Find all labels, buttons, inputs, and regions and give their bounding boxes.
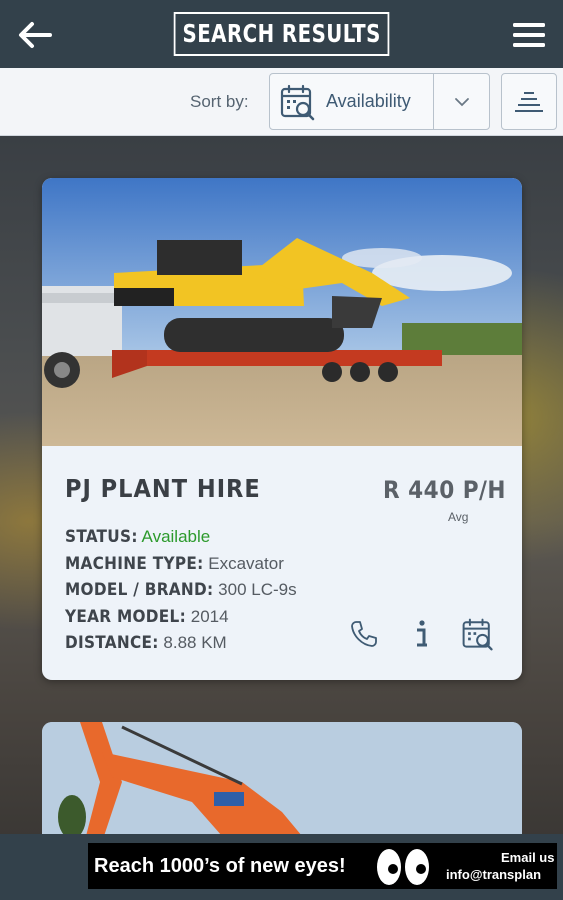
distance-row: DISTANCE: 8.88 KM [65,630,297,657]
excavator-photo [42,178,522,446]
eyes-icon [377,849,429,885]
page-title: SEARCH RESULTS [173,12,390,56]
year-value: 2014 [190,606,229,626]
model-row: MODEL / BRAND: 300 LC-9s [65,577,297,604]
info-icon [417,620,427,647]
menu-button[interactable] [513,22,545,48]
machine-type-label: MACHINE TYPE: [65,553,204,574]
result-card[interactable] [42,722,522,836]
sort-order-button[interactable] [501,73,557,130]
sort-dropdown[interactable]: Availability [269,73,490,130]
ad-headline: Reach 1000’s of new eyes! [94,855,346,877]
ad-email: Email us info@transplan [446,849,557,883]
result-card[interactable]: PJ PLANT HIRE R 440 P/H Avg STATUS: Avai… [42,178,522,680]
excavator-photo [42,722,522,836]
ad-banner[interactable]: Reach 1000’s of new eyes! Email us info@… [88,843,557,889]
year-row: YEAR MODEL: 2014 [65,604,297,631]
arrow-left-icon [19,22,52,48]
calendar-search-icon [462,618,493,651]
call-button[interactable] [348,618,380,655]
status-value: Available [141,527,211,546]
machine-type-row: MACHINE TYPE: Excavator [65,551,297,578]
dropdown-toggle[interactable] [433,74,489,129]
machine-details: STATUS: Available MACHINE TYPE: Excavato… [65,524,297,657]
price: R 440 P/H [383,476,506,504]
chevron-down-icon [454,97,469,106]
model-value: 300 LC-9s [218,580,297,599]
top-app-bar: SEARCH RESULTS [0,0,563,68]
company-name: PJ PLANT HIRE [65,474,261,503]
sort-order-icon [515,91,543,112]
year-label: YEAR MODEL: [65,606,186,627]
sort-label: Sort by: [190,92,249,111]
distance-label: DISTANCE: [65,633,159,653]
ad-email-line2: info@transplan [446,867,542,882]
price-note: Avg [448,510,469,524]
machine-type-value: Excavator [208,553,284,573]
sort-selected-value: Availability [326,91,411,111]
back-button[interactable] [16,20,54,50]
ad-email-line1: Email us [501,850,555,865]
distance-value: 8.88 KM [163,633,227,652]
phone-icon [351,621,377,647]
calendar-search-icon [280,84,315,120]
info-button[interactable] [408,618,436,655]
status-row: STATUS: Available [65,524,297,551]
model-label: MODEL / BRAND: [65,580,214,600]
status-label: STATUS: [65,527,138,547]
book-availability-button[interactable] [460,616,496,657]
hamburger-menu-icon [513,23,545,47]
